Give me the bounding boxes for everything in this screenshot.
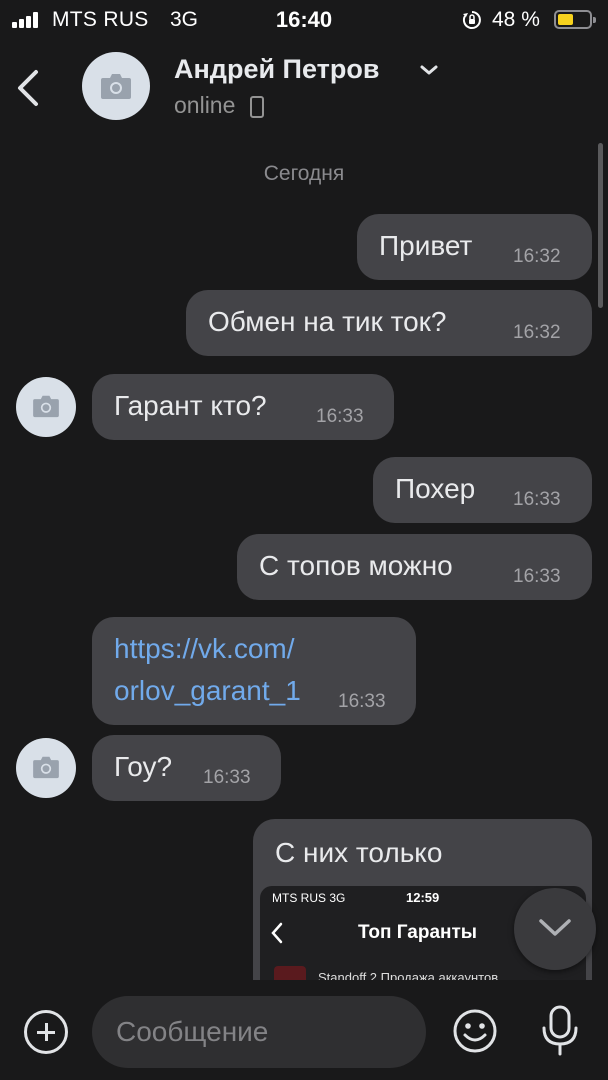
message-text: Привет	[379, 230, 473, 261]
message-time: 16:32	[513, 322, 561, 343]
message-text: Обмен на тик ток?	[208, 306, 447, 337]
message-time: 16:33	[203, 767, 251, 788]
message-bubble-in[interactable]: Гоу? 16:33	[92, 735, 281, 801]
message-composer	[0, 980, 608, 1080]
message-time: 16:33	[338, 691, 386, 712]
phone-icon	[250, 96, 264, 118]
message-link-line1[interactable]: https://vk.com/	[114, 633, 295, 665]
microphone-icon[interactable]	[538, 1004, 582, 1058]
message-text: Гарант кто?	[114, 390, 267, 421]
message-time: 16:33	[513, 566, 561, 587]
message-time: 16:32	[513, 246, 561, 267]
chevron-down-icon[interactable]	[418, 60, 440, 80]
message-bubble-out[interactable]: Похер 16:33	[373, 457, 592, 523]
message-bubble-in[interactable]: Гарант кто? 16:33	[92, 374, 394, 440]
message-bubble-out[interactable]: Обмен на тик ток? 16:32	[186, 290, 592, 356]
attachment-back-icon	[271, 922, 283, 944]
contact-avatar-small[interactable]	[16, 377, 76, 437]
message-time: 16:33	[316, 406, 364, 427]
rotation-lock-icon	[462, 11, 481, 29]
chevron-down-icon	[539, 919, 571, 936]
message-text: С топов можно	[259, 550, 453, 581]
back-chevron-icon[interactable]	[12, 68, 46, 108]
status-bar: MTS RUS 3G 16:40 48 %	[0, 0, 608, 40]
battery-percent: 48 %	[492, 8, 540, 31]
date-separator: Сегодня	[263, 162, 345, 185]
plus-icon[interactable]	[24, 1010, 68, 1054]
message-text: С них только	[275, 837, 443, 868]
contact-avatar[interactable]	[82, 52, 150, 120]
message-bubble-in[interactable]: https://vk.com/ orlov_garant_1 16:33	[92, 617, 416, 725]
attachment-time: 12:59	[406, 890, 440, 905]
camera-icon	[101, 74, 131, 99]
message-bubble-out[interactable]: Привет 16:32	[357, 214, 592, 280]
contact-status: online	[174, 92, 236, 118]
camera-icon	[33, 395, 59, 418]
message-text: Гоу?	[114, 751, 173, 782]
contact-name[interactable]: Андрей Петров	[174, 54, 379, 85]
emoji-icon[interactable]	[452, 1008, 498, 1054]
message-input[interactable]	[92, 996, 426, 1068]
message-text: Похер	[395, 473, 476, 504]
message-link-line2[interactable]: orlov_garant_1	[114, 675, 301, 707]
contact-avatar-small[interactable]	[16, 738, 76, 798]
chat-header: Андрей Петров online	[0, 40, 608, 140]
message-bubble-out[interactable]: С топов можно 16:33	[237, 534, 592, 600]
battery-icon	[554, 10, 596, 29]
camera-icon	[33, 756, 59, 779]
attachment-thumbnail	[274, 966, 306, 981]
scroll-down-button[interactable]	[514, 888, 596, 970]
attachment-title: Топ Гаранты	[358, 922, 478, 943]
message-time: 16:33	[513, 489, 561, 510]
attachment-carrier: MTS RUS 3G	[272, 891, 346, 905]
